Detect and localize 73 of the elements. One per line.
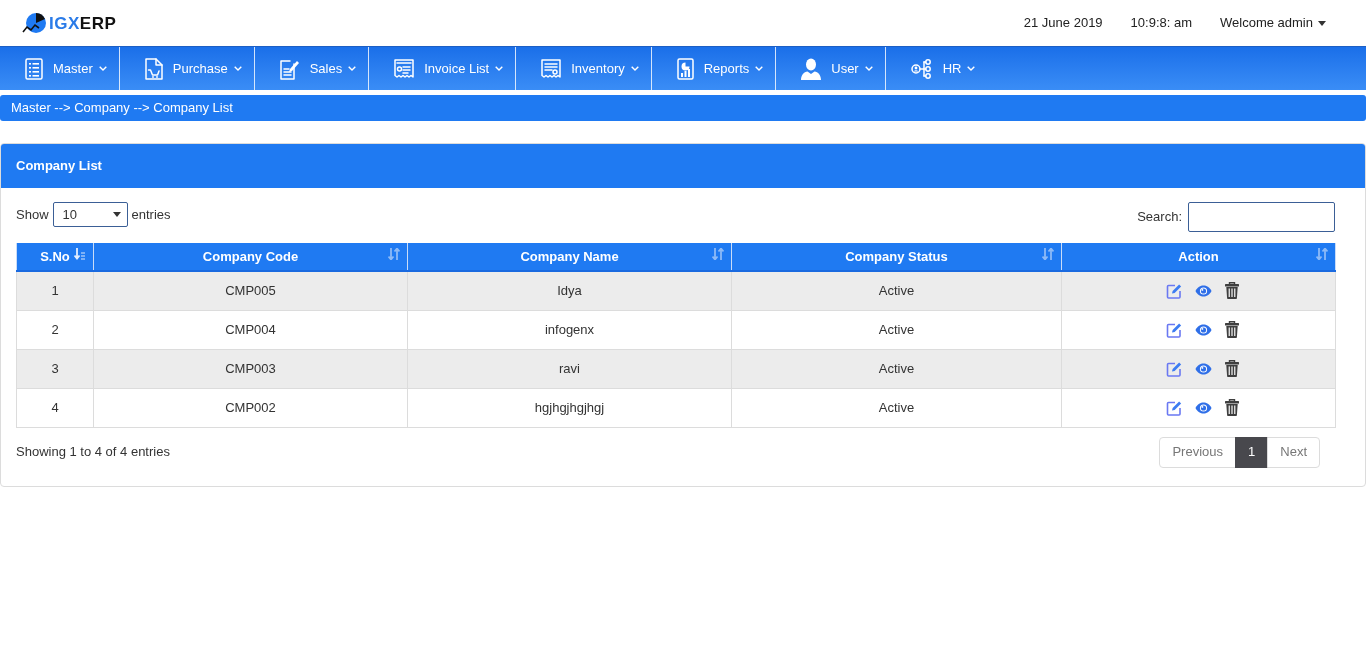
table-cell: CMP004	[93, 310, 408, 349]
pencil-square-icon[interactable]	[1166, 282, 1182, 299]
document-cart-icon	[144, 57, 163, 80]
table-cell: ravi	[407, 349, 732, 388]
card-title: Company List	[16, 157, 102, 176]
nav-menu-item[interactable]: Reports	[651, 47, 777, 90]
show-label: Show	[16, 205, 49, 224]
column-header[interactable]: Company Status	[731, 243, 1062, 271]
chevron-down-icon	[755, 66, 764, 71]
table-cell: CMP005	[93, 271, 408, 310]
table-cell: Active	[731, 310, 1062, 349]
chevron-down-icon	[495, 66, 504, 71]
eye-icon[interactable]	[1195, 323, 1212, 336]
date-text: 21 June 2019	[1023, 14, 1103, 33]
nav-menu-item[interactable]: HR	[885, 47, 988, 90]
eye-icon[interactable]	[1195, 362, 1212, 375]
person-network-icon	[910, 58, 933, 79]
nav-menu-item[interactable]: Inventory	[516, 47, 652, 90]
nav-menu-item[interactable]: Sales	[254, 47, 370, 90]
nav-menu-item[interactable]: User	[776, 47, 886, 90]
user-menu-button[interactable]: Welcome admin	[1220, 13, 1326, 33]
chevron-down-icon	[864, 66, 873, 71]
chevron-down-icon	[967, 66, 976, 71]
eye-icon[interactable]	[1195, 284, 1212, 297]
table-cell: Active	[731, 271, 1062, 310]
trash-icon[interactable]	[1225, 321, 1239, 338]
logo-icon	[22, 12, 48, 34]
chevron-down-icon	[98, 66, 107, 71]
pencil-square-icon[interactable]	[1166, 321, 1182, 338]
document-pencil-icon	[279, 57, 300, 80]
trash-icon[interactable]	[1225, 360, 1239, 377]
pencil-square-icon[interactable]	[1166, 360, 1182, 377]
pagination-button[interactable]: 1	[1235, 436, 1269, 468]
entries-select[interactable]: 10	[52, 202, 128, 227]
table-cell: CMP002	[93, 388, 408, 427]
caret-down-icon	[1318, 20, 1326, 26]
receipt-icon	[394, 58, 415, 79]
chevron-down-icon	[630, 66, 639, 71]
user-icon	[801, 57, 822, 80]
trash-icon[interactable]	[1225, 399, 1239, 416]
column-header[interactable]: S.No	[16, 243, 94, 271]
receipt-icon	[541, 58, 562, 79]
table-cell: Idya	[407, 271, 732, 310]
table-cell: Active	[731, 349, 1062, 388]
time-text: 10:9:8: am	[1130, 14, 1193, 33]
list-document-icon	[25, 57, 43, 80]
search-label: Search:	[1137, 208, 1182, 227]
table-cell: 3	[16, 349, 94, 388]
entries-label: entries	[131, 205, 171, 224]
pencil-square-icon[interactable]	[1166, 399, 1182, 416]
nav-menu-item[interactable]: Purchase	[119, 47, 255, 90]
table-cell: 4	[16, 388, 94, 427]
chevron-down-icon	[348, 66, 357, 71]
entries-info: Showing 1 to 4 of 4 entries	[16, 443, 170, 462]
table-cell: Active	[731, 388, 1062, 427]
table-cell: hgjhgjhgjhgj	[407, 388, 732, 427]
nav-menu-item[interactable]: Master	[0, 47, 120, 90]
column-header[interactable]: Company Name	[407, 243, 732, 271]
table-cell: 2	[16, 310, 94, 349]
table-cell: infogenx	[407, 310, 732, 349]
chevron-down-icon	[233, 66, 242, 71]
nav-menu-item[interactable]: Invoice List	[369, 47, 517, 90]
eye-icon[interactable]	[1195, 401, 1212, 414]
breadcrumb: Master --> Company --> Company List	[0, 95, 1366, 121]
trash-icon[interactable]	[1225, 282, 1239, 300]
logo-text: IGXERP	[49, 14, 117, 32]
document-chart-icon	[676, 57, 694, 80]
caret-down-icon	[112, 212, 121, 217]
table-cell: CMP003	[93, 349, 408, 388]
search-field[interactable]	[1188, 202, 1335, 232]
column-header[interactable]: Action	[1061, 243, 1336, 271]
table-cell: 1	[16, 271, 94, 310]
column-header[interactable]: Company Code	[93, 243, 408, 271]
